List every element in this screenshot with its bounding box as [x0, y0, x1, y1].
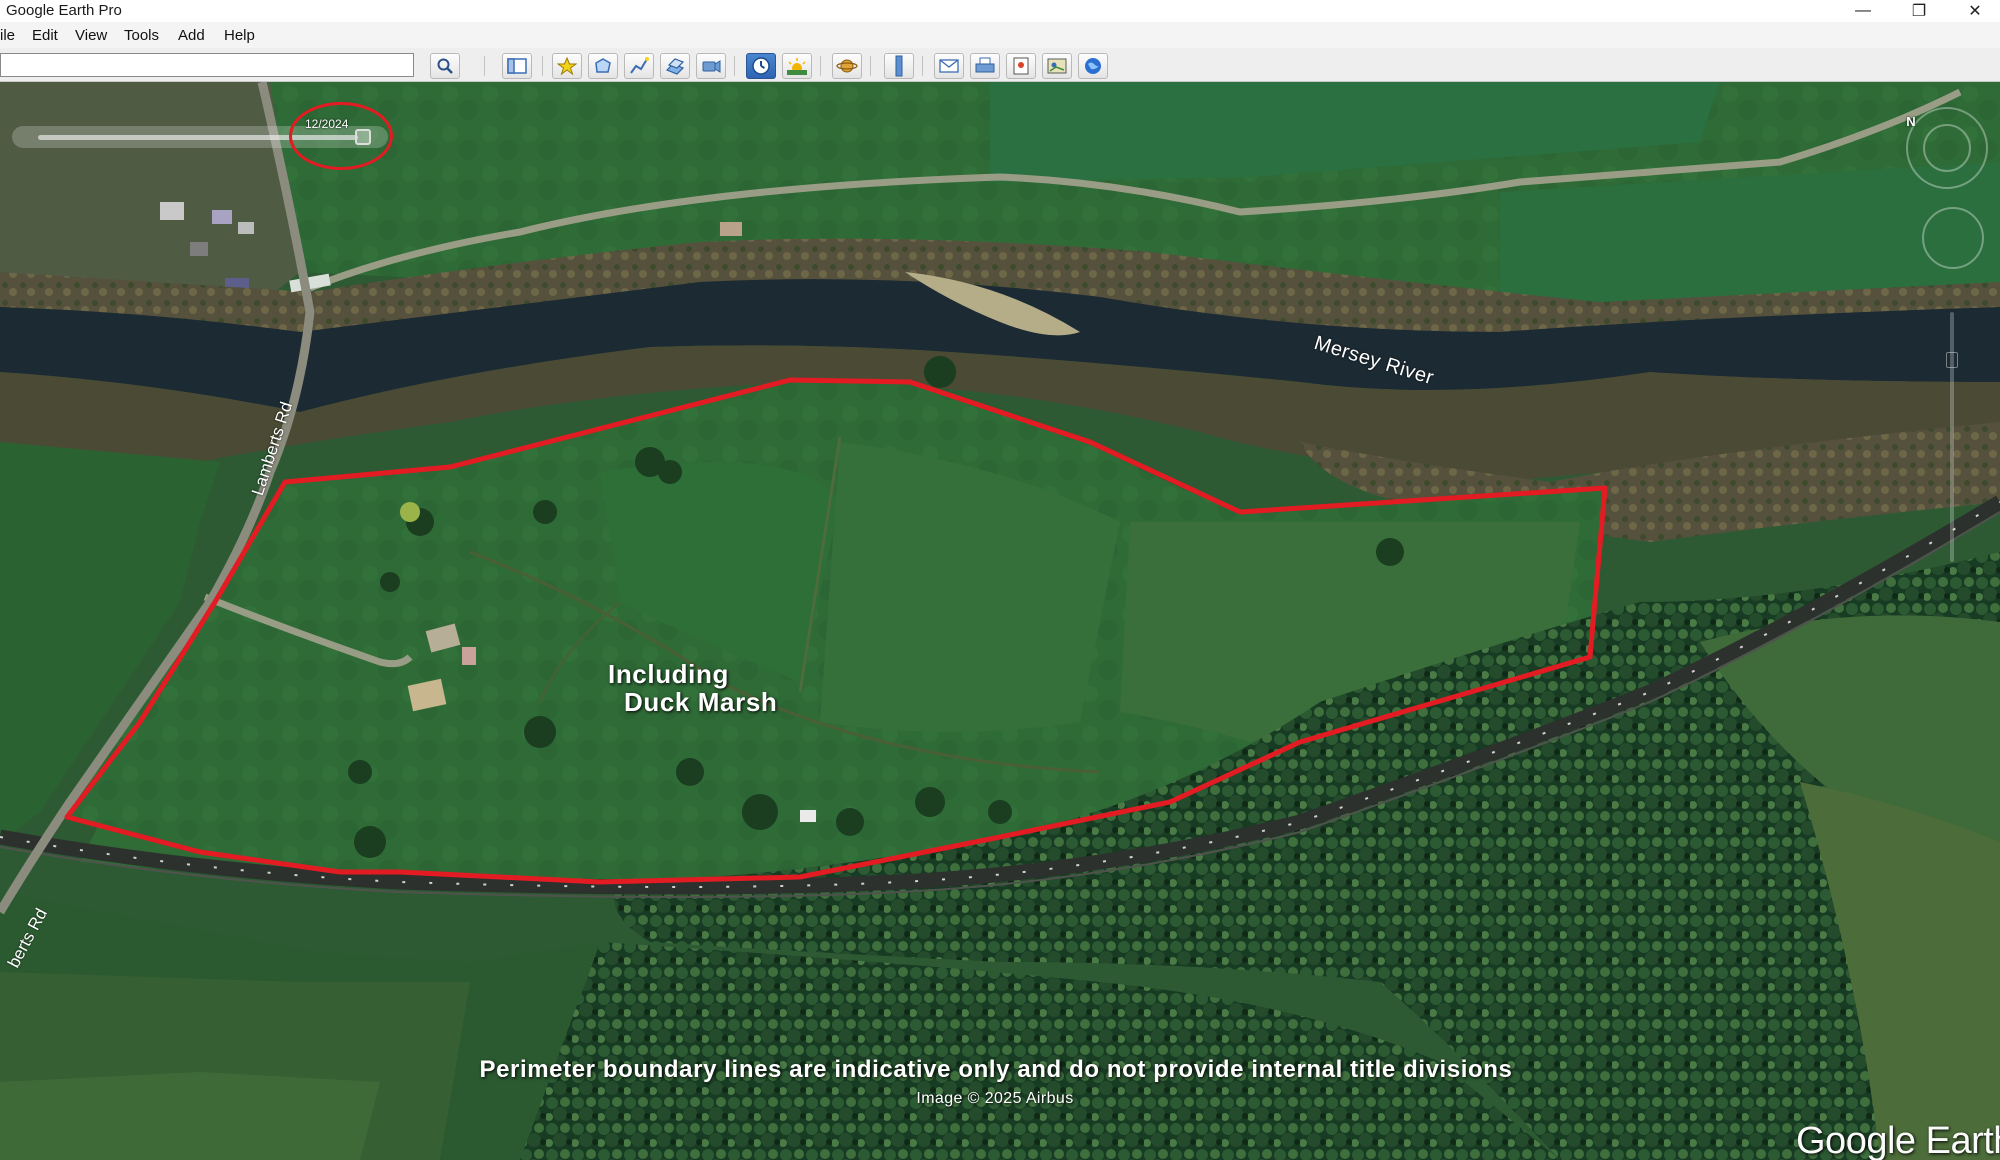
- menu-file[interactable]: ile: [0, 27, 15, 44]
- path-icon: [630, 57, 649, 74]
- image-overlay-icon: [665, 58, 685, 75]
- ruler-button[interactable]: [884, 53, 914, 79]
- print-button[interactable]: [970, 53, 1000, 79]
- maximize-icon: ❐: [1911, 3, 1927, 20]
- sidebar-toggle-button[interactable]: [502, 53, 532, 79]
- menu-tools[interactable]: Tools: [124, 27, 159, 44]
- close-button[interactable]: ✕: [1952, 0, 1998, 22]
- toolbar-separator: [542, 56, 543, 76]
- add-placemark-button[interactable]: [552, 53, 582, 79]
- toolbar-separator: [484, 56, 485, 76]
- print-icon: [975, 57, 995, 73]
- menu-bar: ile Edit View Tools Add Help: [0, 22, 2000, 48]
- view-in-maps-button[interactable]: [1042, 53, 1072, 79]
- time-slider-highlight-circle: [289, 102, 393, 170]
- historical-imagery-icon: [752, 57, 770, 75]
- toolbar: [0, 48, 2000, 82]
- view-in-maps-icon: [1047, 58, 1067, 74]
- look-joystick[interactable]: [1923, 124, 1971, 172]
- minimize-icon: —: [1855, 2, 1871, 19]
- time-slider-date: 12/2024: [305, 117, 349, 131]
- zoom-slider[interactable]: [1946, 292, 1958, 582]
- earth-gallery-icon: [1085, 58, 1101, 74]
- sunlight-button[interactable]: [782, 53, 812, 79]
- email-button[interactable]: [934, 53, 964, 79]
- boundary-disclaimer: Perimeter boundary lines are indicative …: [479, 1056, 1513, 1083]
- toolbar-separator: [870, 56, 871, 76]
- save-image-icon: [1013, 57, 1029, 75]
- add-polygon-button[interactable]: [588, 53, 618, 79]
- record-tour-button[interactable]: [696, 53, 726, 79]
- planets-icon: [836, 59, 858, 73]
- historical-imagery-button[interactable]: [746, 53, 776, 79]
- toolbar-separator: [820, 56, 821, 76]
- sunlight-icon: [787, 58, 807, 75]
- polygon-icon: [595, 58, 611, 73]
- annotation-line-1: Including: [608, 659, 729, 689]
- toolbar-separator: [922, 56, 923, 76]
- menu-edit[interactable]: Edit: [32, 27, 58, 44]
- menu-help[interactable]: Help: [224, 27, 255, 44]
- zoom-slider-knob[interactable]: [1946, 352, 1958, 368]
- compass-north-icon: N: [1906, 113, 1916, 129]
- toolbar-separator: [734, 56, 735, 76]
- property-annotation: Including Duck Marsh: [608, 660, 777, 716]
- add-path-button[interactable]: [624, 53, 654, 79]
- search-button[interactable]: [430, 53, 460, 79]
- minimize-button[interactable]: —: [1840, 0, 1886, 22]
- map-viewport[interactable]: 12/2024 Mersey River Lamberts Rd berts R…: [0, 82, 2000, 1160]
- maximize-button[interactable]: ❐: [1896, 0, 1942, 22]
- earth-gallery-button[interactable]: [1078, 53, 1108, 79]
- sidebar-toggle-icon: [507, 58, 527, 74]
- move-navigation-control[interactable]: [1922, 207, 1984, 269]
- annotation-line-2: Duck Marsh: [624, 687, 778, 717]
- menu-add[interactable]: Add: [178, 27, 205, 44]
- google-earth-logo: Google Earth: [1796, 1120, 2000, 1160]
- email-icon: [939, 59, 959, 73]
- imagery-credit: Image © 2025 Airbus: [916, 1090, 1074, 1107]
- search-input[interactable]: [0, 53, 414, 77]
- compass-north-button[interactable]: N: [1900, 110, 1922, 132]
- zoom-slider-track: [1950, 312, 1954, 562]
- app-title: Google Earth Pro: [6, 2, 122, 19]
- menu-view[interactable]: View: [75, 27, 107, 44]
- save-image-button[interactable]: [1006, 53, 1036, 79]
- ruler-icon: [895, 55, 903, 77]
- close-icon: ✕: [1968, 3, 1982, 20]
- record-tour-icon: [702, 60, 721, 73]
- title-bar: Google Earth Pro — ❐ ✕: [0, 0, 2000, 22]
- search-icon: [437, 58, 453, 74]
- placemark-icon: [557, 56, 577, 76]
- add-image-overlay-button[interactable]: [660, 53, 690, 79]
- planets-button[interactable]: [832, 53, 862, 79]
- satellite-imagery: [0, 82, 2000, 1160]
